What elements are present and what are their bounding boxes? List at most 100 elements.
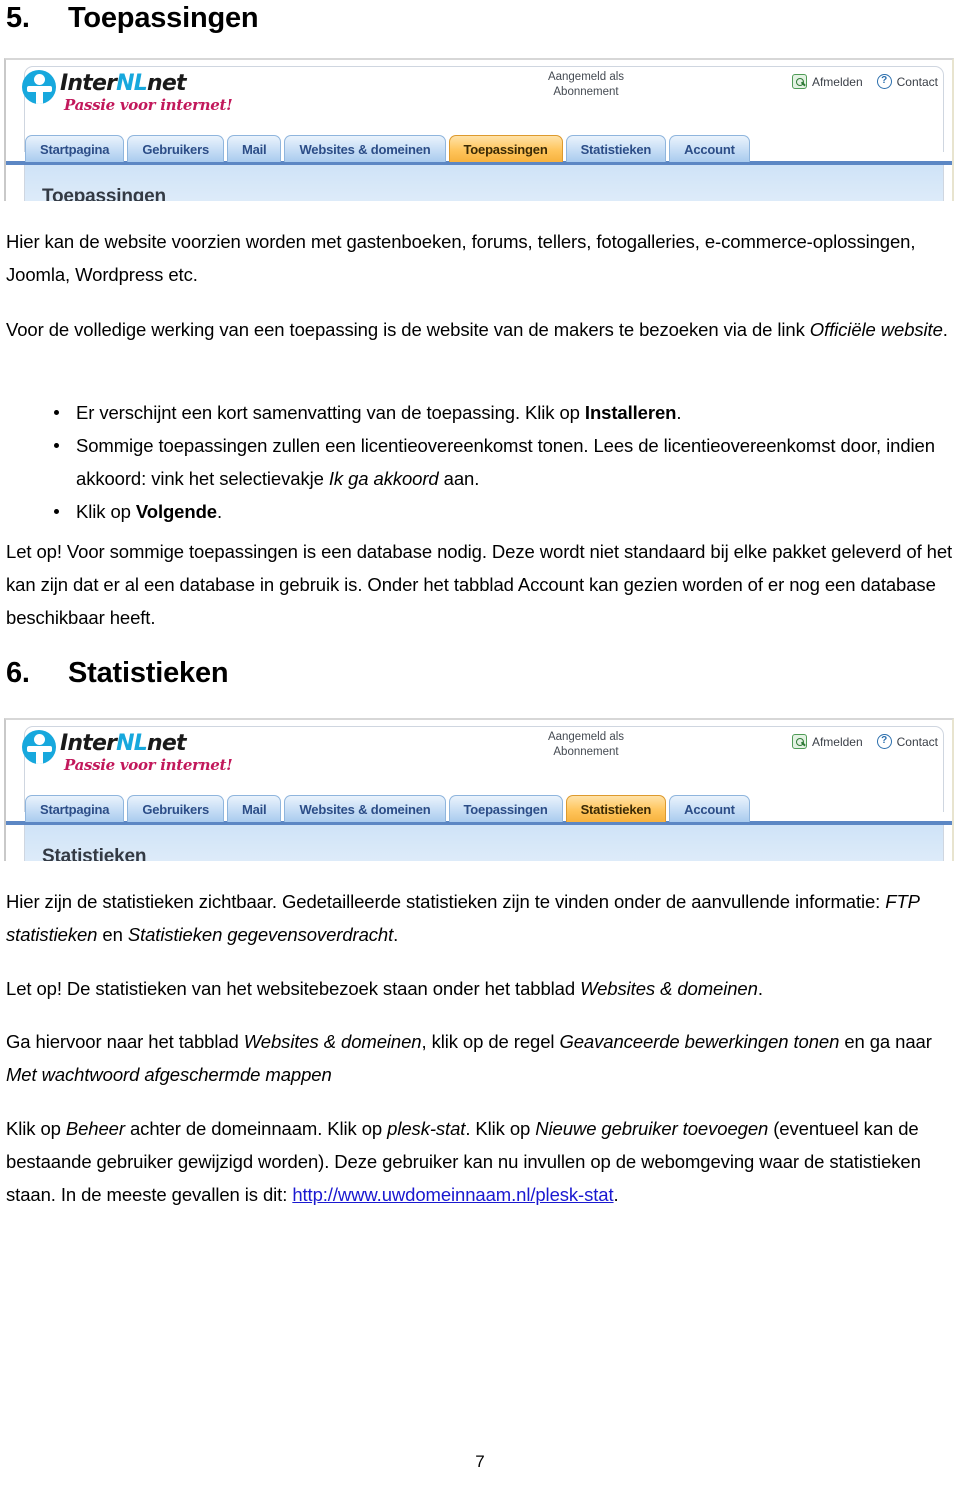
logout-label: Afmelden [811,74,863,89]
contact-label: Contact [896,74,938,89]
tab-statistieken[interactable]: Statistieken [565,135,667,162]
s6-p1-emphasis-2: Statistieken gegevensoverdracht [127,924,394,945]
account-info-line1: Aangemeld als [547,71,625,83]
logo-text-net: net [146,731,186,756]
screenshot-statistieken: InterNLnet Passie voor internet! Aangeme… [4,718,954,861]
logout-link[interactable]: Afmelden [791,74,863,89]
account-info-line2: Abonnement [553,86,619,98]
logo-text-inter: Inter [60,71,117,96]
s6-p4-emphasis-3: Nieuwe gebruiker toevoegen [535,1118,769,1139]
logo-text-nl: NL [116,731,148,756]
s6-p1-part-a: Hier zijn de statistieken zichtbaar. Ged… [6,891,886,912]
tab-account[interactable]: Account [669,795,750,822]
s6-p1-part-c: . [393,924,399,945]
section-6-paragraph-2: Let op! De statistieken van het websiteb… [6,972,958,1005]
list-item: Er verschijnt een kort samenvatting van … [50,396,954,429]
section-5-heading: 5. Toepassingen [6,2,259,35]
s5-b1-part-a: Er verschijnt een kort samenvatting van … [76,402,585,423]
list-item: Klik op Volgende. [50,495,954,528]
key-icon [791,74,807,89]
logo-tagline: Passie voor internet! [64,96,233,114]
list-item: Sommige toepassingen zullen een licentie… [50,429,954,495]
tab-gebruikers[interactable]: Gebruikers [127,135,224,162]
app-tabs: Startpagina Gebruikers Mail Websites & d… [25,135,750,162]
s5-b3-part-a: Klik op [76,501,136,522]
account-info-line2: Abonnement [553,746,619,758]
s5-b1-bold: Installeren [584,402,677,423]
tab-statistieken[interactable]: Statistieken [565,795,667,822]
s6-p3-emphasis-2: Geavanceerde bewerkingen tonen [559,1031,840,1052]
s6-p4-part-a: Klik op [6,1118,66,1139]
tab-toepassingen[interactable]: Toepassingen [448,135,563,162]
section-6-paragraph-3: Ga hiervoor naar het tabblad Websites & … [6,1025,958,1091]
section-6-title: Statistieken [68,657,229,689]
section-5-note: Let op! Voor sommige toepassingen is een… [6,541,953,628]
logout-label: Afmelden [811,734,863,749]
contact-link[interactable]: ? Contact [876,734,938,749]
tab-mail[interactable]: Mail [226,795,282,822]
s5-p2-part-b: . [942,319,948,340]
s5-b1-part-b: . [676,402,682,423]
s6-p3-part-c: en ga naar [839,1031,932,1052]
s5-p2-emphasis: Officiële website [809,319,943,340]
logo-wordmark: InterNLnet [60,731,186,756]
s6-p2-part-b: . [757,978,763,999]
section-5-title: Toepassingen [68,2,259,34]
key-icon [791,734,807,749]
logo-text-net: net [146,71,186,96]
section-6-number: 6. [6,657,30,689]
s6-p3-emphasis-3: Met wachtwoord afgeschermde mappen [6,1064,332,1085]
logo-text-inter: Inter [60,731,117,756]
internlnet-logo-icon [22,70,56,104]
tab-gebruikers[interactable]: Gebruikers [127,795,224,822]
s6-p3-part-b: , klik op de regel [421,1031,560,1052]
logo-wordmark: InterNLnet [60,71,186,96]
account-info-line1: Aangemeld als [547,731,625,743]
s5-p2-part-a: Voor de volledige werking van een toepas… [6,319,810,340]
screenshot-toepassingen: InterNLnet Passie voor internet! Aangeme… [4,58,954,201]
s6-p3-part-a: Ga hiervoor naar het tabblad [6,1031,244,1052]
tab-toepassingen[interactable]: Toepassingen [448,795,563,822]
content-page-title: Toepassingen [42,186,166,201]
s6-p3-emphasis-1: Websites & domeinen [243,1031,422,1052]
logo-text-nl: NL [116,71,148,96]
document-page: 5. Toepassingen InterNLnet Passie voor i… [0,0,960,1503]
section-6-paragraph-1: Hier zijn de statistieken zichtbaar. Ged… [6,885,954,951]
internlnet-logo: InterNLnet Passie voor internet! [22,68,233,124]
s6-p2-emphasis: Websites & domeinen [580,978,758,999]
account-info: Aangemeld als Abonnement [526,70,646,100]
s5-b2-emphasis: Ik ga akkoord [328,468,439,489]
s6-p4-emphasis-2: plesk-stat [387,1118,466,1139]
logout-link[interactable]: Afmelden [791,734,863,749]
contact-link[interactable]: ? Contact [876,74,938,89]
s6-p4-part-b: achter de domeinnaam. Klik op [124,1118,388,1139]
tab-websites-domeinen[interactable]: Websites & domeinen [284,135,446,162]
header-links: Afmelden ? Contact [791,74,938,89]
tab-websites-domeinen[interactable]: Websites & domeinen [284,795,446,822]
s5-b2-part-a: Sommige toepassingen zullen een licentie… [76,435,935,489]
s6-p4-part-e: . [613,1184,619,1205]
section-5-paragraph-1: Hier kan de website voorzien worden met … [6,231,916,285]
question-mark-icon: ? [876,74,892,89]
section-5-bullet-list: Er verschijnt een kort samenvatting van … [6,396,954,528]
tab-startpagina[interactable]: Startpagina [25,795,125,822]
contact-label: Contact [896,734,938,749]
tab-startpagina[interactable]: Startpagina [25,135,125,162]
account-info: Aangemeld als Abonnement [526,730,646,760]
section-6-paragraph-4: Klik op Beheer achter de domeinnaam. Kli… [6,1112,958,1211]
question-mark-icon: ? [876,734,892,749]
section-5-number: 5. [6,2,30,34]
header-links: Afmelden ? Contact [791,734,938,749]
section-6-heading: 6. Statistieken [6,657,229,690]
content-page-title: Statistieken [42,846,147,861]
internlnet-logo-icon [22,730,56,764]
s5-b3-part-b: . [216,501,223,522]
tab-mail[interactable]: Mail [226,135,282,162]
s6-p2-part-a: Let op! De statistieken van het websiteb… [6,978,581,999]
internlnet-logo: InterNLnet Passie voor internet! [22,728,233,784]
tab-account[interactable]: Account [669,135,750,162]
plesk-stat-url-link[interactable]: http://www.uwdomeinnaam.nl/plesk-stat [292,1184,613,1205]
section-5-paragraph-2: Voor de volledige werking van een toepas… [6,313,954,346]
logo-tagline: Passie voor internet! [64,756,233,774]
page-number: 7 [475,1452,485,1471]
